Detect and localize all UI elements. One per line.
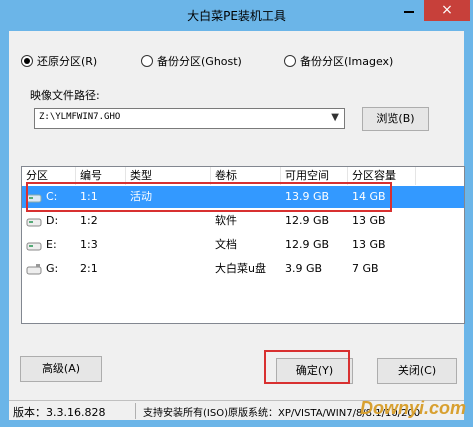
image-path-value: Z:\YLMFWIN7.GHO bbox=[39, 112, 121, 122]
cell-num: 2:1 bbox=[80, 262, 98, 275]
cell-free: 12.9 GB bbox=[285, 238, 330, 251]
advanced-button[interactable]: 高级(A) bbox=[20, 356, 102, 382]
minimize-button[interactable] bbox=[395, 0, 423, 21]
browse-button[interactable]: 浏览(B) bbox=[362, 107, 429, 131]
radio-restore-label: 还原分区(R) bbox=[37, 55, 98, 68]
cell-type bbox=[126, 210, 130, 232]
drive-icon bbox=[26, 218, 42, 227]
radio-dot-selected bbox=[21, 55, 33, 67]
cell-label: 大白菜u盘 bbox=[215, 262, 266, 275]
status-divider bbox=[135, 403, 136, 419]
version-text: 版本：3.3.16.828 bbox=[13, 406, 106, 419]
image-path-combobox[interactable]: Z:\YLMFWIN7.GHO ▼ bbox=[34, 108, 345, 129]
title-bar[interactable]: 大白菜PE装机工具 × bbox=[0, 0, 473, 31]
cell-label: 软件 bbox=[215, 214, 237, 227]
table-row[interactable]: E: 1:3 文档 12.9 GB 13 GB bbox=[22, 234, 464, 256]
cell-drive: G: bbox=[46, 262, 59, 275]
radio-restore[interactable]: 还原分区(R) bbox=[21, 54, 97, 68]
cell-size: 7 GB bbox=[352, 262, 379, 275]
cell-type bbox=[126, 234, 130, 256]
cell-num: 1:2 bbox=[80, 214, 98, 227]
radio-backup-ghost[interactable]: 备份分区(Ghost) bbox=[141, 54, 242, 68]
table-row[interactable]: G: 2:1 大白菜u盘 3.9 GB 7 GB bbox=[22, 258, 464, 280]
highlight-box-selected-row bbox=[26, 182, 392, 212]
radio-dot bbox=[141, 55, 153, 67]
cell-free: 3.9 GB bbox=[285, 262, 323, 275]
image-path-label: 映像文件路径: bbox=[30, 89, 100, 102]
chevron-down-icon[interactable]: ▼ bbox=[331, 112, 339, 123]
cell-drive: E: bbox=[46, 238, 57, 251]
main-panel: 还原分区(R) 备份分区(Ghost) 备份分区(Imagex) 映像文件路径:… bbox=[9, 31, 465, 400]
drive-icon bbox=[26, 242, 42, 251]
cell-type bbox=[126, 258, 130, 280]
watermark-logo: Downyi.com bbox=[360, 398, 467, 418]
cell-label: 文档 bbox=[215, 238, 237, 251]
cell-free: 12.9 GB bbox=[285, 214, 330, 227]
cell-drive: D: bbox=[46, 214, 59, 227]
radio-backup-ghost-label: 备份分区(Ghost) bbox=[157, 55, 242, 68]
cell-size: 13 GB bbox=[352, 214, 386, 227]
table-row[interactable]: D: 1:2 软件 12.9 GB 13 GB bbox=[22, 210, 464, 232]
cell-size: 13 GB bbox=[352, 238, 386, 251]
radio-dot bbox=[284, 55, 296, 67]
radio-backup-imagex-label: 备份分区(Imagex) bbox=[300, 55, 394, 68]
app-window: 大白菜PE装机工具 × 还原分区(R) 备份分区(Ghost) 备份分区(Ima… bbox=[0, 0, 473, 427]
radio-backup-imagex[interactable]: 备份分区(Imagex) bbox=[284, 54, 393, 68]
usb-drive-icon bbox=[26, 264, 42, 275]
cell-num: 1:3 bbox=[80, 238, 98, 251]
highlight-box-ok-button bbox=[264, 350, 350, 384]
close-window-button[interactable]: × bbox=[424, 0, 470, 21]
minimize-icon bbox=[404, 11, 414, 13]
close-button[interactable]: 关闭(C) bbox=[377, 358, 457, 384]
